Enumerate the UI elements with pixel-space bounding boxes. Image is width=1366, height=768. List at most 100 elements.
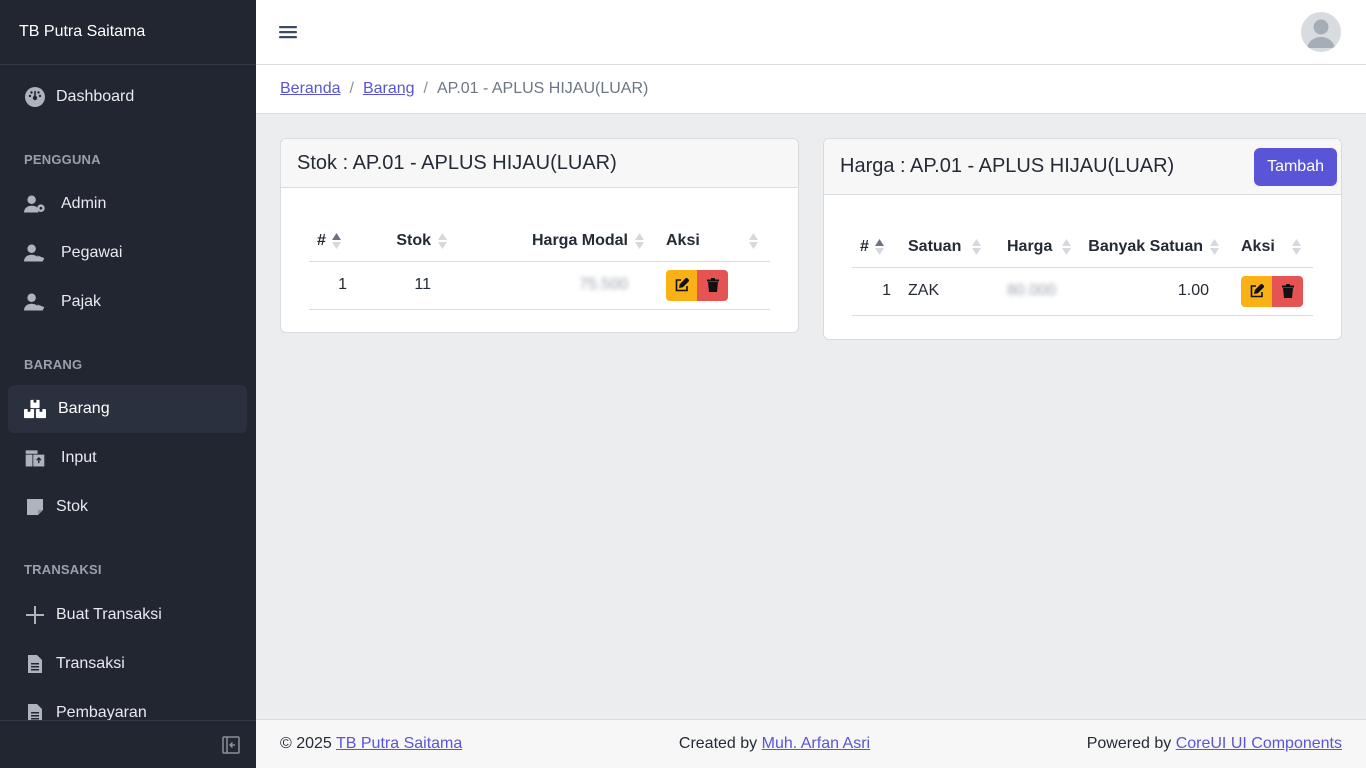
top-header (256, 0, 1366, 65)
sort-icon (972, 239, 981, 255)
breadcrumb: Beranda / Barang / AP.01 - APLUS HIJAU(L… (256, 65, 1366, 114)
column-header-no[interactable]: # (852, 227, 899, 268)
sidebar-item-input[interactable]: Input (8, 434, 247, 482)
delete-button[interactable] (697, 269, 728, 301)
edit-icon (1250, 284, 1264, 298)
sidebar-item-pegawai[interactable]: Pegawai (8, 229, 247, 277)
column-header-satuan[interactable]: Satuan (899, 227, 987, 268)
sidebar-item-label: Pegawai (61, 244, 123, 261)
breadcrumb-separator: / (349, 80, 354, 97)
sidebar-item-buat-transaksi[interactable]: Buat Transaksi (8, 591, 247, 639)
column-header-harga-modal[interactable]: Harga Modal (453, 221, 650, 262)
cell-banyak-satuan: 1.00 (1077, 267, 1225, 316)
action-buttons (1241, 275, 1303, 307)
boxes-icon (24, 398, 46, 420)
price-card-header: Harga : AP.01 - APLUS HIJAU(LUAR) Tambah (824, 139, 1341, 195)
delete-button[interactable] (1272, 275, 1303, 307)
user-icon (1307, 19, 1335, 48)
cell-satuan: ZAK (899, 267, 987, 316)
cell-no: 1 (852, 267, 899, 316)
sidebar-item-label: Pembayaran (56, 704, 147, 720)
stock-card-title: Stok : AP.01 - APLUS HIJAU(LUAR) (297, 151, 617, 174)
hamburger-menu-button[interactable] (278, 22, 298, 42)
sidebar-item-label: Transaksi (56, 655, 125, 672)
cell-harga: 80.000 (1007, 282, 1056, 299)
document-icon (24, 653, 46, 675)
footer-brand-link[interactable]: TB Putra Saitama (336, 735, 462, 752)
user-avatar[interactable] (1301, 12, 1341, 52)
pallet-icon (24, 447, 46, 469)
sidebar-item-pajak[interactable]: Pajak (8, 278, 247, 326)
price-card-title: Harga : AP.01 - APLUS HIJAU(LUAR) (840, 155, 1175, 177)
menu-icon (279, 26, 297, 39)
sidebar-item-label: Barang (58, 400, 110, 417)
column-header-stok[interactable]: Stok (365, 221, 453, 262)
breadcrumb-link-beranda[interactable]: Beranda (280, 80, 341, 98)
column-header-harga[interactable]: Harga (987, 227, 1077, 268)
column-header-aksi[interactable]: Aksi (1225, 227, 1313, 268)
footer-left: © 2025 TB Putra Saitama (280, 735, 462, 753)
footer-powered-by: Powered by (1086, 735, 1172, 752)
sort-icon (1210, 239, 1219, 255)
sidebar-item-stok[interactable]: Stok (8, 483, 247, 531)
edit-icon (675, 278, 689, 292)
sort-icon (1292, 239, 1301, 255)
sort-asc-icon (332, 233, 341, 249)
footer-created-by: Created by (678, 735, 758, 752)
footer-coreui-link[interactable]: CoreUI UI Components (1176, 735, 1342, 752)
user-gear-icon (24, 193, 46, 215)
column-header-no[interactable]: # (309, 221, 365, 262)
edit-button[interactable] (1241, 275, 1272, 307)
table-row: 1 11 75.500 (309, 261, 770, 310)
trash-icon (706, 278, 719, 292)
sidebar-item-label: Dashboard (56, 88, 135, 105)
add-price-button[interactable]: Tambah (1254, 147, 1337, 186)
trash-icon (1281, 284, 1294, 298)
sidebar-item-label: Pajak (61, 293, 102, 310)
price-table: # Satuan Harga Banyak Satuan Aksi 1 ZAK … (852, 227, 1313, 316)
sidebar-item-dashboard[interactable]: Dashboard (8, 73, 247, 121)
price-card: Harga : AP.01 - APLUS HIJAU(LUAR) Tambah… (823, 138, 1342, 340)
sidebar-item-barang[interactable]: Barang (8, 385, 247, 433)
user-tag-icon (24, 291, 46, 313)
column-header-banyak-satuan[interactable]: Banyak Satuan (1077, 227, 1225, 268)
breadcrumb-link-barang[interactable]: Barang (363, 80, 415, 98)
footer-right: Powered by CoreUI UI Components (1087, 735, 1342, 753)
sort-icon (635, 233, 644, 249)
sort-asc-icon (875, 239, 884, 255)
stock-card: Stok : AP.01 - APLUS HIJAU(LUAR) # Stok … (280, 138, 799, 333)
column-header-aksi[interactable]: Aksi (650, 221, 770, 262)
footer-copyright: © 2025 (280, 735, 332, 752)
sidebar-item-transaksi[interactable]: Transaksi (8, 640, 247, 688)
stock-table: # Stok Harga Modal Aksi 1 11 75.500 (309, 221, 770, 310)
cell-stok: 11 (365, 261, 453, 310)
section-title-transaksi: TRANSAKSI (24, 562, 102, 577)
cell-harga-modal: 75.500 (579, 276, 628, 293)
sidebar-item-label: Buat Transaksi (56, 606, 162, 623)
sidebar-item-admin[interactable]: Admin (8, 180, 247, 228)
breadcrumb-separator: / (423, 80, 428, 97)
edit-button[interactable] (666, 269, 697, 301)
document-icon (24, 702, 46, 720)
footer-center: Created by Muh. Arfan Asri (679, 735, 870, 753)
sidebar-item-label: Stok (56, 498, 89, 515)
sticky-note-icon (24, 496, 46, 518)
plus-icon (24, 604, 46, 626)
action-buttons (666, 269, 728, 301)
sidebar-item-label: Admin (61, 195, 107, 212)
brand-title[interactable]: TB Putra Saitama (0, 0, 256, 65)
sort-icon (1062, 239, 1071, 255)
sidebar-nav: Dashboard PENGGUNA Admin Pegawai Pajak B… (0, 65, 256, 720)
sidebar: TB Putra Saitama Dashboard PENGGUNA Admi… (0, 0, 256, 768)
sidebar-item-pembayaran[interactable]: Pembayaran (8, 689, 247, 720)
user-tie-icon (24, 242, 46, 264)
section-title-barang: BARANG (24, 357, 83, 372)
sort-icon (749, 233, 758, 249)
stock-card-header: Stok : AP.01 - APLUS HIJAU(LUAR) (281, 139, 798, 188)
speedometer-icon (24, 86, 46, 108)
section-title-pengguna: PENGGUNA (24, 152, 101, 167)
footer-author-link[interactable]: Muh. Arfan Asri (762, 735, 871, 752)
table-row: 1 ZAK 80.000 1.00 (852, 267, 1313, 316)
sidebar-collapse-button[interactable] (0, 720, 256, 768)
cell-no: 1 (309, 261, 365, 310)
